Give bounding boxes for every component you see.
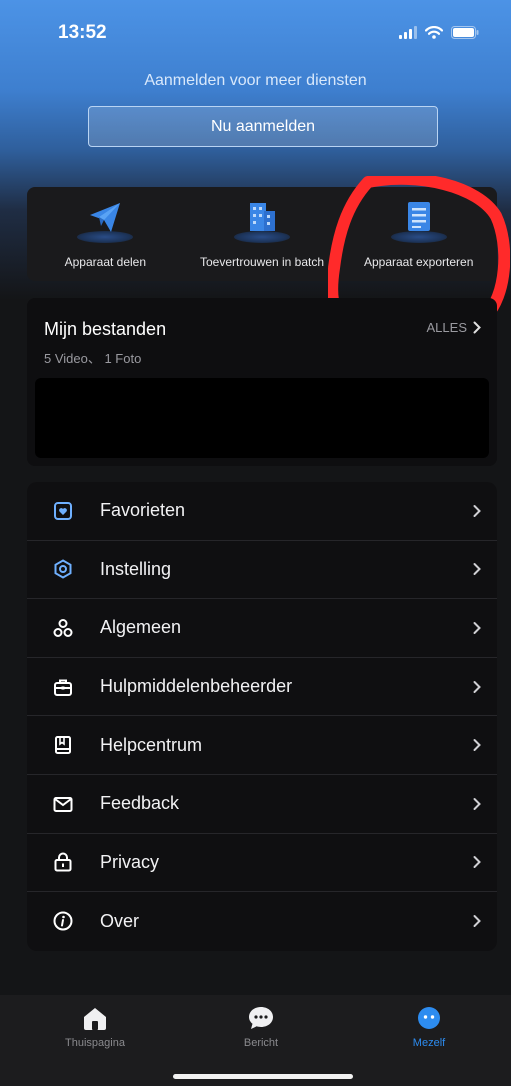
status-time: 13:52 [58, 22, 107, 43]
mail-icon [52, 793, 74, 815]
tab-label: Mezelf [412, 1037, 446, 1049]
status-bar: 13:52 [0, 0, 511, 60]
building-icon [232, 197, 292, 245]
status-icons [399, 26, 479, 39]
menu-item-feedback[interactable]: Feedback [27, 775, 497, 834]
menu-item-general[interactable]: Algemeen [27, 599, 497, 658]
toolbox-icon [52, 676, 74, 698]
quick-action-label: Apparaat exporteren [363, 255, 474, 269]
menu-item-label: Over [100, 910, 140, 931]
menu-item-label: Algemeen [100, 617, 182, 638]
menu-item-settings[interactable]: Instelling [27, 541, 497, 600]
info-icon [52, 910, 74, 932]
export-device-button[interactable]: Apparaat exporteren [340, 187, 497, 281]
chevron-right-icon [473, 321, 481, 334]
quick-action-label: Toevertrouwen in batch [199, 255, 325, 269]
general-icon [52, 617, 74, 639]
files-title: Mijn bestanden [44, 319, 167, 339]
chevron-right-icon [473, 797, 481, 810]
tab-home[interactable]: Thuispagina [40, 1005, 150, 1049]
profile-icon [418, 1007, 440, 1029]
menu-item-label: Feedback [100, 793, 180, 814]
document-icon [389, 197, 449, 245]
share-device-button[interactable]: Apparaat delen [27, 187, 184, 281]
chevron-right-icon [473, 856, 481, 869]
menu-item-label: Privacy [100, 851, 160, 872]
tab-bar: Thuispagina Bericht Mezelf [0, 995, 511, 1086]
tab-label: Bericht [243, 1037, 279, 1049]
chevron-right-icon [473, 739, 481, 752]
settings-icon [52, 558, 74, 580]
menu-item-label: Favorieten [100, 500, 186, 521]
menu-item-privacy[interactable]: Privacy [27, 834, 497, 893]
quick-action-label: Apparaat delen [64, 255, 147, 269]
chevron-right-icon [473, 563, 481, 576]
signal-icon [399, 26, 417, 39]
login-prompt: Aanmelden voor meer diensten [144, 72, 367, 89]
battery-icon [451, 26, 479, 39]
menu-item-toolbox[interactable]: Hulpmiddelenbeheerder [27, 658, 497, 717]
tab-message[interactable]: Bericht [206, 1005, 316, 1049]
tab-profile[interactable]: Mezelf [374, 1005, 484, 1049]
menu-item-favorites[interactable]: Favorieten [27, 482, 497, 541]
menu-item-label: Instelling [100, 558, 172, 579]
home-indicator[interactable] [173, 1074, 353, 1079]
login-button[interactable]: Nu aanmelden [88, 106, 438, 147]
home-icon [84, 1008, 106, 1030]
message-icon [249, 1007, 273, 1029]
menu-item-label: Helpcentrum [100, 734, 203, 755]
lock-icon [52, 851, 74, 873]
chevron-right-icon [473, 504, 481, 517]
menu-item-help-center[interactable]: Helpcentrum [27, 716, 497, 775]
paper-plane-icon [75, 197, 135, 245]
chevron-right-icon [473, 621, 481, 634]
redacted-thumbnails [35, 378, 489, 458]
files-all-label: ALLES [426, 320, 467, 335]
chevron-right-icon [473, 680, 481, 693]
favorites-icon [52, 500, 74, 522]
menu-item-about[interactable]: Over [27, 892, 497, 951]
tab-label: Thuispagina [65, 1037, 125, 1049]
chevron-right-icon [473, 915, 481, 928]
menu-item-label: Hulpmiddelenbeheerder [100, 676, 293, 697]
quick-actions-panel: Apparaat delen Toevertrouwen in batch Ap… [27, 187, 497, 281]
settings-menu: Favorieten Instelling Algemeen Hulpmidde… [27, 482, 497, 951]
files-summary: 5 Video、 1 Foto [44, 351, 142, 366]
files-all-link[interactable]: ALLES [427, 320, 481, 335]
book-icon [52, 734, 74, 756]
wifi-icon [425, 26, 443, 39]
my-files-card[interactable]: Mijn bestanden 5 Video、 1 Foto ALLES [27, 298, 497, 466]
batch-entrust-button[interactable]: Toevertrouwen in batch [184, 187, 341, 281]
